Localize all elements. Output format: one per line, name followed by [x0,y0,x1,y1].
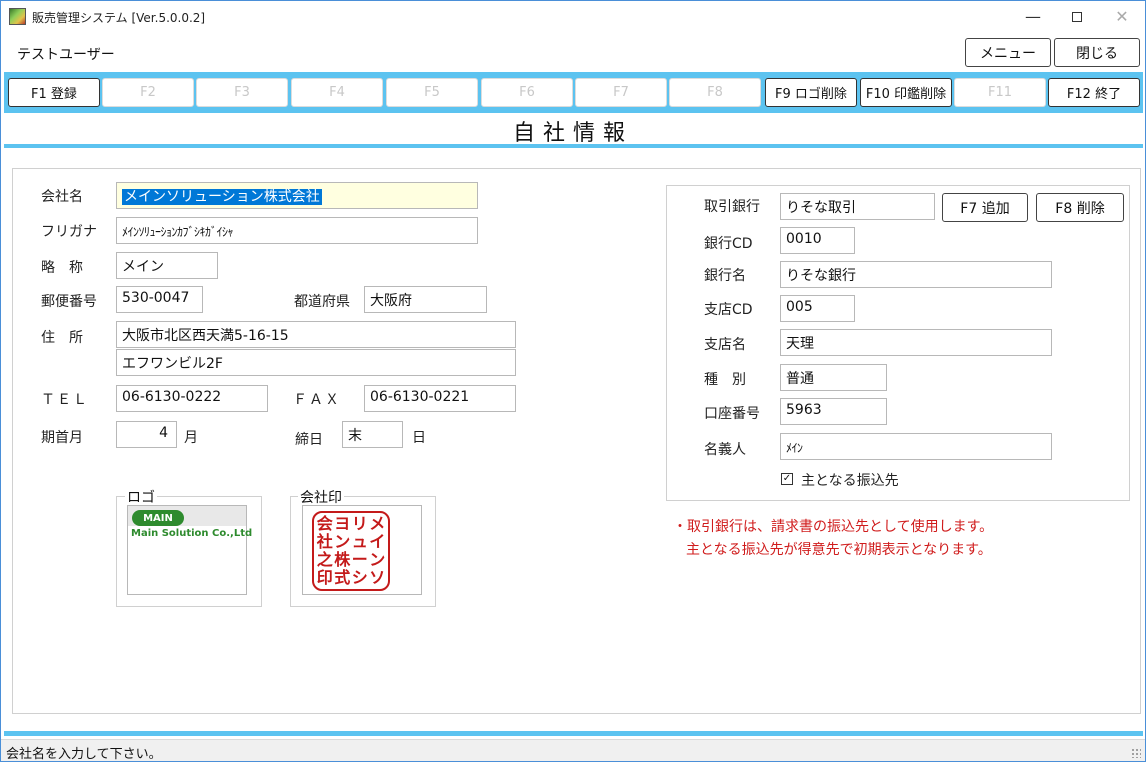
seal-char: 式 [334,568,351,587]
status-message: 会社名を入力して下さい。 [6,747,162,762]
closing-day-label: 締日 [295,432,323,448]
zip-field[interactable]: 530-0047 [116,286,203,313]
short-name-field[interactable]: メイン [116,252,218,279]
f11-button[interactable]: F11 [954,78,1046,107]
account-type-field[interactable]: 普通 [780,364,887,391]
seal-char: ン [369,550,386,569]
fiscal-month-label: 期首月 [41,430,83,446]
fiscal-month-field[interactable]: 4 [116,421,177,448]
logo-image[interactable]: MAIN Main Solution Co.,Ltd [127,505,252,595]
menu-button[interactable]: メニュー [965,38,1051,67]
f2-button[interactable]: F2 [102,78,194,107]
closing-day-unit: 日 [412,430,426,446]
seal-char: 株 [334,550,351,569]
prefecture-label: 都道府県 [294,294,350,310]
bank-name-label: 銀行名 [704,268,746,284]
seal-char: リ [351,514,368,533]
f4-button[interactable]: F4 [291,78,383,107]
current-user: テストユーザー [17,47,115,63]
function-key-bar: F1 登録 F2 F3 F4 F5 F6 F7 F8 F9 ロゴ削除 F10 印… [4,72,1143,113]
fiscal-month-unit: 月 [184,430,198,446]
page-title: 自社情報 [512,121,633,146]
seal-char: ー [351,550,368,569]
app-icon [9,8,26,25]
primary-account-label: 主となる振込先 [801,473,899,489]
seal-char: シ [351,568,368,587]
furigana-label: フリガナ [41,224,97,240]
logo-mark: MAIN [132,510,184,526]
maximize-button[interactable] [1054,1,1100,32]
address1-field[interactable]: 大阪市北区西天満5-16-15 [116,321,516,348]
maximize-icon [1072,11,1082,22]
f5-button[interactable]: F5 [386,78,478,107]
delete-bank-button[interactable]: F8 削除 [1036,193,1124,222]
branch-cd-label: 支店CD [704,302,753,318]
f7-button[interactable]: F7 [575,78,667,107]
f10-delete-seal-button[interactable]: F10 印鑑削除 [860,78,952,107]
prefecture-field[interactable]: 大阪府 [364,286,487,313]
address2-field[interactable]: エフワンビル2F [116,349,516,376]
company-seal-stamp: メ イ ン ソ リ ュ ー シ ヨ ン 株 式 会 社 之 印 [312,511,390,591]
furigana-field[interactable]: ﾒｲﾝｿﾘｭｰｼｮﾝｶﾌﾞｼｷｶﾞｲｼｬ [116,217,478,244]
title-bar: 販売管理システム [Ver.5.0.0.2] — ✕ [1,1,1145,32]
seal-char: イ [369,532,386,551]
account-holder-label: 名義人 [704,442,746,458]
f3-button[interactable]: F3 [196,78,288,107]
logo-text: Main Solution Co.,Ltd [131,528,253,539]
branch-cd-field[interactable]: 005 [780,295,855,322]
bank-select[interactable]: りそな取引 [780,193,935,220]
tel-label: ＴＥＬ [41,392,89,408]
seal-char: 之 [316,550,333,569]
seal-char: メ [369,514,386,533]
company-name-field[interactable]: メインソリューション株式会社 [116,182,478,209]
close-button[interactable]: 閉じる [1054,38,1140,67]
account-number-label: 口座番号 [704,406,760,422]
closing-day-field[interactable]: 末 [342,421,403,448]
branch-name-field[interactable]: 天理 [780,329,1052,356]
company-name-label: 会社名 [41,189,83,205]
title-divider [4,144,1143,148]
seal-group-label: 会社印 [298,487,344,507]
f1-register-button[interactable]: F1 登録 [8,78,100,107]
seal-image[interactable]: メ イ ン ソ リ ュ ー シ ヨ ン 株 式 会 社 之 印 [302,505,422,595]
seal-char: ヨ [334,514,351,533]
f6-button[interactable]: F6 [481,78,573,107]
bank-name-field[interactable]: りそな銀行 [780,261,1052,288]
note-line-2: 主となる振込先が得意先で初期表示となります。 [686,542,992,558]
f12-exit-button[interactable]: F12 終了 [1048,78,1140,107]
tel-field[interactable]: 06-6130-0222 [116,385,268,412]
logo-group-label: ロゴ [125,487,157,507]
bottom-divider [4,731,1143,736]
account-type-label: 種 別 [704,372,746,388]
f9-delete-logo-button[interactable]: F9 ロゴ削除 [765,78,857,107]
seal-char: 社 [316,532,333,551]
address-label: 住 所 [41,330,83,346]
add-bank-button[interactable]: F7 追加 [942,193,1028,222]
zip-label: 郵便番号 [41,294,97,310]
seal-char: ン [334,532,351,551]
f8-button[interactable]: F8 [669,78,761,107]
primary-account-checkbox[interactable]: ✓ [781,473,793,485]
bank-cd-label: 銀行CD [704,236,753,252]
note-line-1: ・取引銀行は、請求書の振込先として使用します。 [673,519,994,535]
seal-char: 印 [316,568,333,587]
app-window: 販売管理システム [Ver.5.0.0.2] — ✕ テストユーザー メニュー … [0,0,1146,762]
window-title: 販売管理システム [Ver.5.0.0.2] [32,11,206,25]
account-holder-field[interactable]: ﾒｲﾝ [780,433,1052,460]
company-name-value: メインソリューション株式会社 [122,189,322,205]
close-window-button[interactable]: ✕ [1099,1,1145,32]
account-number-field[interactable]: 5963 [780,398,887,425]
bank-cd-field[interactable]: 0010 [780,227,855,254]
seal-char: 会 [316,514,333,533]
status-bar: 会社名を入力して下さい。 [1,739,1145,762]
resize-grip-icon[interactable] [1131,748,1141,758]
seal-char: ュ [351,532,368,551]
minimize-button[interactable]: — [1010,1,1056,32]
short-name-label: 略 称 [41,260,83,276]
branch-name-label: 支店名 [704,337,746,353]
bank-label: 取引銀行 [704,199,760,215]
fax-field[interactable]: 06-6130-0221 [364,385,516,412]
fax-label: ＦＡＸ [293,392,341,408]
seal-char: ソ [369,568,386,587]
